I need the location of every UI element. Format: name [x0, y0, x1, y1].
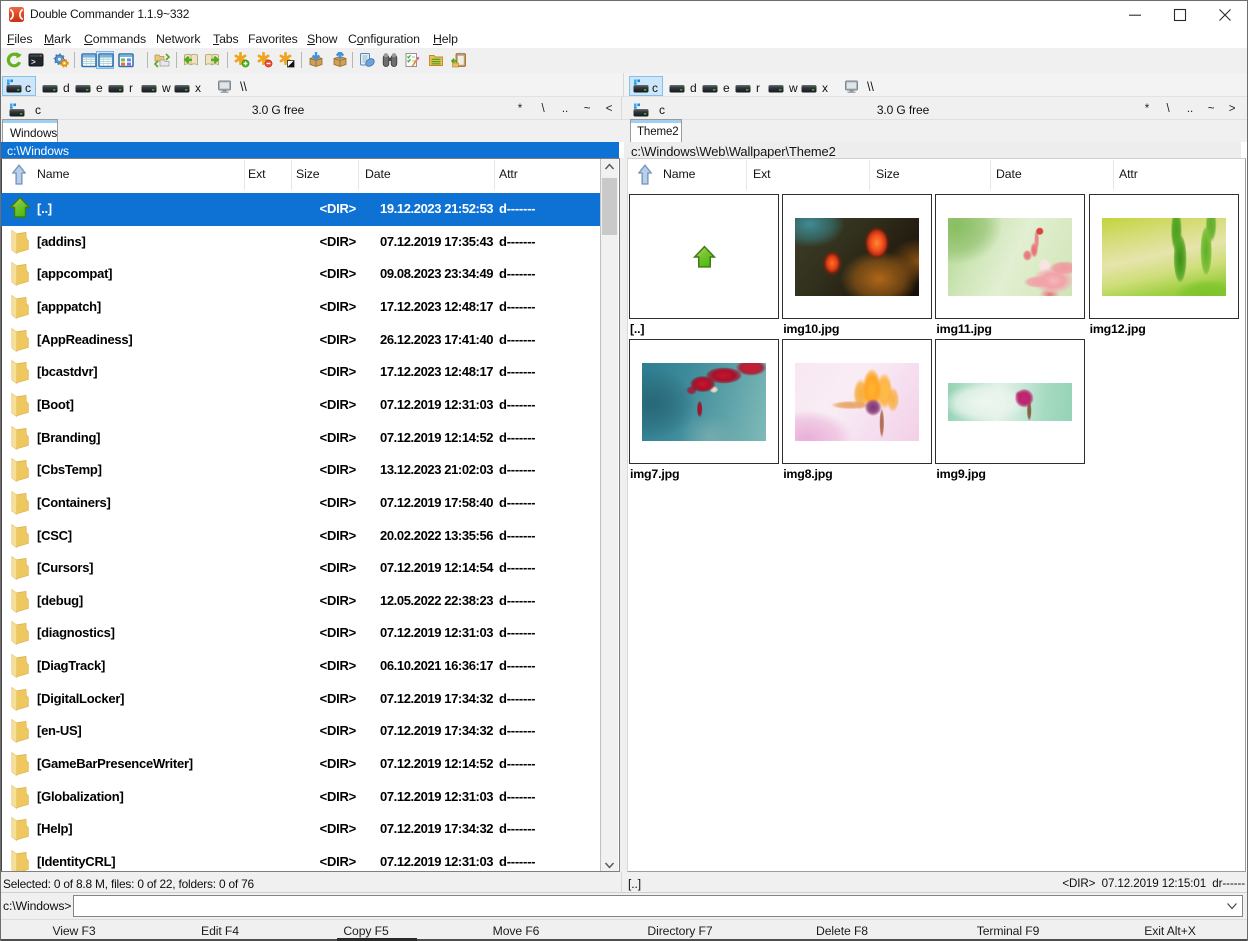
- svg-text:>: >: [31, 59, 36, 68]
